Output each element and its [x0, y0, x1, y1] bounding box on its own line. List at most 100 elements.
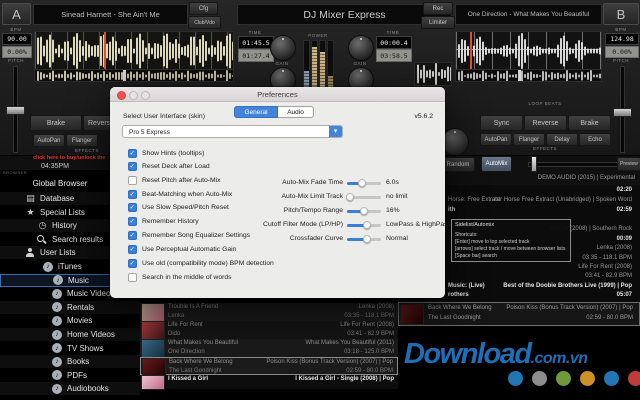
automix-limit-slider[interactable]	[347, 196, 381, 199]
sidebar-item-rentals[interactable]: ♪ Rentals	[0, 301, 140, 314]
deck-a-time-label: TIME	[238, 30, 272, 35]
sidebar-item-pdfs[interactable]: ♪ PDFs	[0, 369, 140, 382]
tooltip-line: [arrows] select track / move between bro…	[455, 246, 565, 252]
skin-dropdown-value: Pro 5 Express	[129, 129, 170, 136]
slider-thumb[interactable]	[360, 207, 368, 215]
dot	[580, 371, 595, 386]
playlist-row[interactable]: Back Where We Belong Poison Kiss (Bonus …	[140, 357, 398, 375]
tab-general[interactable]: General	[234, 106, 278, 118]
version-label: v5.6.2	[414, 113, 433, 120]
club-video-button[interactable]: Club/Vdo	[188, 16, 221, 29]
playlist-row[interactable]: Trouble Is A Friend Lenka (2008) Lenka 0…	[140, 303, 398, 321]
sidebar-item-audiobooks[interactable]: ♪ Audiobooks	[0, 382, 140, 395]
deck-a-scrub-strip[interactable]	[34, 69, 234, 82]
preferences-dialog: Preferences General Audio Select User In…	[110, 87, 445, 298]
preview-button[interactable]: Preview	[617, 157, 640, 171]
slider-label: Cutoff Filter Mode (LP/HP)	[263, 221, 343, 228]
deck-b-gain-knob[interactable]	[348, 35, 374, 61]
checkbox[interactable]	[128, 259, 137, 268]
deck-a-autopan-button[interactable]: AutoPan	[33, 134, 65, 147]
sidebar-item-label: Books	[67, 357, 89, 366]
playlist-row[interactable]: I Kissed a Girl I Kissed a Girl - Single…	[140, 375, 398, 389]
deck-b-reverse-button[interactable]: Reverse	[524, 115, 567, 131]
sidebar-item-label: Movies	[67, 316, 92, 325]
tooltip-title: Sidelist/Automix	[455, 222, 494, 228]
power-meter-label: POWER	[300, 33, 336, 38]
checkbox[interactable]	[128, 273, 137, 282]
deck-b-flanger-button[interactable]: Flanger	[513, 133, 545, 146]
track-artist: The Last Goodnight	[428, 315, 481, 321]
skin-dropdown[interactable]: Pro 5 Express ▾	[122, 125, 343, 138]
pdfs-icon: ♪	[52, 370, 62, 380]
deck-b-pitch-fader-handle[interactable]	[613, 108, 632, 117]
slider-value: no limit	[386, 193, 408, 200]
limiter-button[interactable]: Limiter	[421, 16, 455, 29]
browser-label: BROWSER	[3, 170, 27, 175]
deck-a-waveform[interactable]	[34, 31, 234, 70]
deck-a-track-title: Sinead Harnett - She Ain't Me	[33, 4, 188, 25]
dot	[556, 371, 571, 386]
cutoff-filter-slider[interactable]	[347, 224, 381, 227]
sidebar-item-label: Rentals	[67, 303, 94, 312]
deck-b-waveform[interactable]	[455, 31, 602, 70]
cfg-button[interactable]: Cfg	[189, 2, 218, 15]
random-button[interactable]: Random	[441, 157, 475, 172]
slider-thumb[interactable]	[363, 221, 371, 229]
automix-button[interactable]: AutoMix	[481, 156, 512, 172]
crossfader-track[interactable]	[528, 162, 618, 167]
deck-b-scrub-strip[interactable]	[455, 69, 602, 82]
deck-a-flanger-button[interactable]: Flanger	[66, 134, 98, 147]
slider-row: Auto-Mix Fade Time 6.0s	[110, 179, 445, 188]
pitch-range-slider[interactable]	[347, 210, 381, 213]
slider-row: Crossfader Curve Normal	[110, 235, 445, 244]
sidebar-item-movies[interactable]: ♪ Movies	[0, 314, 140, 327]
deck-b-delay-button[interactable]: Delay	[546, 133, 578, 146]
sidebar-item-books[interactable]: ♪ Books	[0, 355, 140, 368]
deck-b-badge: B	[603, 3, 639, 25]
crossfader-curve-slider[interactable]	[347, 238, 381, 241]
record-button[interactable]: Rec	[423, 2, 453, 15]
playlist-row[interactable]: Life For Rent Life For Rent (2008) Dido …	[140, 321, 398, 339]
skin-label: Select User Interface (skin)	[123, 113, 205, 120]
deck-a-time-remaining[interactable]: 01:27.4	[238, 49, 274, 62]
checkbox[interactable]	[128, 149, 137, 158]
slider-thumb[interactable]	[363, 235, 371, 243]
deck-a-pitch-fader-handle[interactable]	[6, 106, 25, 115]
deck-b-filter-knob[interactable]	[441, 128, 469, 156]
checkbox-row: Use Perceptual Automatic Gain	[128, 245, 236, 254]
vu-meter-bar	[303, 40, 310, 88]
crossfader-handle[interactable]	[531, 156, 537, 172]
music-videos-icon: ♪	[52, 289, 62, 299]
playlist-row[interactable]: What Makes You Beautiful What Makes You …	[140, 339, 398, 357]
deck-b-scrub-marker[interactable]	[518, 70, 521, 81]
deck-b-brake-button[interactable]: Brake	[568, 115, 611, 131]
deck-b-time-remaining[interactable]: 03:58.5	[376, 49, 412, 62]
slider-value: LowPass & HighPass	[386, 221, 451, 228]
tab-audio[interactable]: Audio	[278, 106, 314, 118]
deck-a-brake-button[interactable]: Brake	[30, 115, 82, 131]
chevron-down-icon: ▾	[329, 126, 342, 137]
sidelist-tooltip: Sidelist/Automix Shortcuts: [Enter] move…	[451, 219, 571, 262]
slider-thumb[interactable]	[358, 179, 366, 187]
sidelist-selected-row[interactable]: Back Where We Belong Poison Kiss (Bonus …	[398, 302, 640, 326]
deck-a-scrub-marker[interactable]	[123, 70, 126, 81]
deck-b-echo-button[interactable]: Echo	[579, 133, 611, 146]
deck-b-autopan-button[interactable]: AutoPan	[480, 133, 512, 146]
deck-b-sync-button[interactable]: Sync	[480, 115, 523, 131]
checkbox[interactable]	[128, 162, 137, 171]
deck-b-time-elapsed[interactable]: 00:00.4	[376, 36, 412, 49]
checkbox-row: Show Hints (tooltips)	[128, 149, 204, 158]
deck-a-time-elapsed[interactable]: 01:45.5	[238, 36, 274, 49]
slider-thumb[interactable]	[346, 193, 354, 201]
deck-a-bpm-label: BPM	[2, 27, 30, 32]
sidebar-item-home-videos[interactable]: ♪ Home Videos	[0, 328, 140, 341]
checkbox[interactable]	[128, 245, 137, 254]
automix-fade-slider[interactable]	[347, 182, 381, 185]
unlock-notice[interactable]: click here to buy/unlock the	[33, 155, 109, 161]
deck-a-gain-knob[interactable]	[270, 35, 296, 61]
deck-b-effects-label: EFFECTS	[528, 146, 562, 151]
deck-b-time-label: TIME	[376, 30, 410, 35]
sidebar-item-label: PDFs	[67, 371, 87, 380]
sidebar-item-tv-shows[interactable]: ♪ TV Shows	[0, 342, 140, 355]
slider-value: 16%	[386, 207, 400, 214]
